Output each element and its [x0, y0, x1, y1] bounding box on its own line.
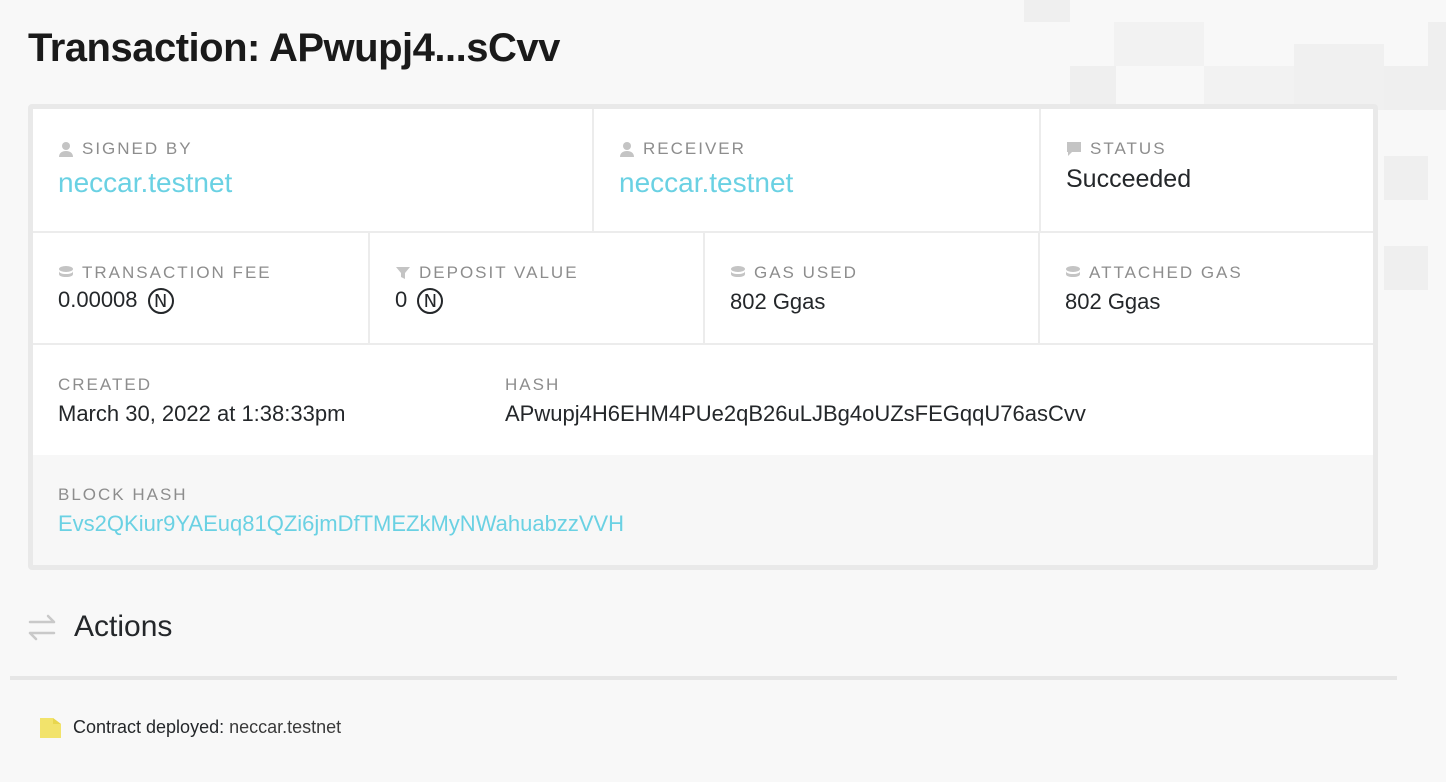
deposit-value-cell: DEPOSIT VALUE 0 N [370, 233, 705, 343]
transaction-summary-card: SIGNED BY neccar.testnet RECEIVER neccar… [28, 104, 1378, 570]
signed-by-cell: SIGNED BY neccar.testnet [33, 109, 594, 231]
transaction-fee-cell: TRANSACTION FEE 0.00008 N [33, 233, 370, 343]
transaction-fee-value: 0.00008 N [58, 287, 174, 315]
signed-by-label: SIGNED BY [82, 139, 193, 158]
summary-row-created-hash: CREATED March 30, 2022 at 1:38:33pm HASH… [33, 345, 1373, 455]
coins-icon [1066, 266, 1080, 277]
comment-icon [1067, 142, 1081, 156]
hash-label: HASH [505, 375, 561, 394]
near-token-icon: N [147, 288, 174, 315]
funnel-icon [396, 267, 410, 279]
coins-icon [59, 266, 73, 277]
action-item: Contract deployed: neccar.testnet [40, 716, 341, 738]
created-cell: CREATED March 30, 2022 at 1:38:33pm [33, 345, 480, 455]
actions-header: Actions [26, 610, 172, 644]
block-hash-cell: BLOCK HASH Evs2QKiur9YAEuq81QZi6jmDfTMEZ… [33, 455, 1373, 565]
receiver-cell: RECEIVER neccar.testnet [594, 109, 1041, 231]
coins-icon [731, 266, 745, 277]
action-text: Contract deployed: [73, 716, 230, 737]
user-icon [620, 142, 634, 157]
user-icon [59, 142, 73, 157]
summary-row-block-hash: BLOCK HASH Evs2QKiur9YAEuq81QZi6jmDfTMEZ… [33, 455, 1373, 565]
receiver-label: RECEIVER [643, 139, 746, 158]
attached-gas-cell: ATTACHED GAS 802 Ggas [1040, 233, 1373, 343]
hash-value: APwupj4H6EHM4PUe2qB26uLJBg4oUZsFEGqqU76a… [505, 401, 1086, 426]
page-title: Transaction: APwupj4...sCvv [28, 26, 560, 70]
status-label: STATUS [1090, 139, 1167, 158]
summary-row-fees: TRANSACTION FEE 0.00008 N DEPOSIT VALUE … [33, 233, 1373, 345]
block-hash-label: BLOCK HASH [58, 485, 188, 504]
signed-by-link[interactable]: neccar.testnet [58, 167, 232, 199]
actions-divider [10, 676, 1397, 680]
status-value: Succeeded [1066, 165, 1192, 193]
actions-title: Actions [74, 610, 173, 643]
file-icon [40, 718, 61, 738]
action-account[interactable]: neccar.testnet [229, 717, 341, 737]
attached-gas-value: 802 Ggas [1065, 289, 1161, 314]
deposit-value-value: 0 N [395, 287, 444, 315]
gas-used-label: GAS USED [754, 263, 858, 282]
block-hash-link[interactable]: Evs2QKiur9YAEuq81QZi6jmDfTMEZkMyNWahuabz… [58, 511, 624, 537]
created-value: March 30, 2022 at 1:38:33pm [58, 401, 346, 426]
deposit-value-label: DEPOSIT VALUE [419, 263, 579, 282]
hash-cell: HASH APwupj4H6EHM4PUe2qB26uLJBg4oUZsFEGq… [480, 345, 1373, 455]
receiver-link[interactable]: neccar.testnet [619, 167, 793, 199]
gas-used-value: 802 Ggas [730, 289, 826, 314]
attached-gas-label: ATTACHED GAS [1089, 263, 1243, 282]
gas-used-cell: GAS USED 802 Ggas [705, 233, 1040, 343]
transaction-fee-label: TRANSACTION FEE [82, 263, 272, 282]
summary-row-accounts: SIGNED BY neccar.testnet RECEIVER neccar… [33, 109, 1373, 233]
transfer-arrows-icon [28, 614, 56, 641]
near-token-icon: N [417, 288, 444, 315]
created-label: CREATED [58, 375, 152, 394]
status-cell: STATUS Succeeded [1041, 109, 1373, 231]
